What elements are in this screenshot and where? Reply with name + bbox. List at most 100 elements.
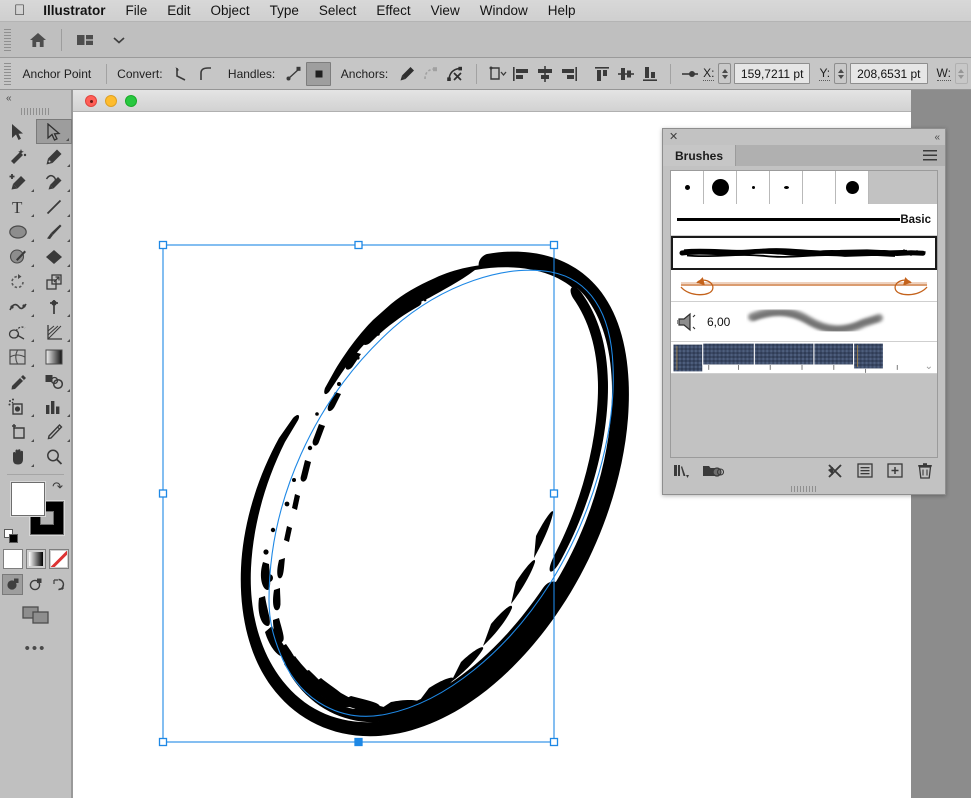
magic-wand-tool[interactable] [0,144,36,169]
mesh-tool[interactable] [0,344,36,369]
curvature-tool[interactable] [36,169,72,194]
color-swatch-button[interactable] [2,549,23,569]
libraries-panel-button[interactable] [700,460,726,482]
blend-tool[interactable] [36,369,72,394]
column-graph-tool[interactable] [36,394,72,419]
artboard-tool[interactable] [0,419,36,444]
free-transform-tool[interactable] [36,294,72,319]
convert-to-corner-button[interactable] [170,62,194,86]
x-stepper[interactable] [718,63,732,84]
align-horizontal-center-button[interactable] [533,62,557,86]
menu-item-file[interactable]: File [126,3,148,18]
panel-menu-button[interactable] [923,145,945,166]
screen-mode-button[interactable] [0,604,71,626]
control-bar-drag-grip[interactable] [4,62,11,85]
fill-color-swatch[interactable] [11,482,45,516]
none-swatch-button[interactable] [48,549,69,569]
basic-brush-row[interactable]: Basic [671,204,937,236]
y-coordinate-input[interactable]: 208,6531 pt [850,63,928,84]
align-bottom-button[interactable] [638,62,662,86]
denim-pattern-brush-row[interactable] [671,342,937,374]
remove-anchor-button[interactable] [395,62,419,86]
gradient-tool[interactable] [36,344,72,369]
rotate-tool[interactable] [0,269,36,294]
brush-libraries-menu-button[interactable] [670,460,696,482]
symbol-sprayer-tool[interactable] [0,394,36,419]
minimize-window-button[interactable] [105,94,117,107]
hide-handles-button[interactable] [306,61,331,86]
calligraphic-brush-2[interactable] [704,171,737,204]
add-anchor-point-tool[interactable] [0,169,36,194]
direct-selection-tool[interactable] [36,119,72,144]
home-button[interactable] [21,26,55,54]
document-title-bar[interactable] [73,90,911,112]
brushes-panel-titlebar[interactable]: ✕ « [663,129,945,145]
type-tool[interactable]: T [0,194,36,219]
calligraphic-brush-3[interactable] [737,171,770,204]
show-handles-button[interactable] [282,62,306,86]
zoom-tool[interactable] [36,444,72,469]
align-right-button[interactable] [557,62,581,86]
brushes-list[interactable]: Basic 6,00 ⌄ [670,170,938,458]
gradient-swatch-button[interactable] [25,549,46,569]
menu-item-effect[interactable]: Effect [376,3,410,18]
perspective-grid-tool[interactable] [36,319,72,344]
more-tools-button[interactable]: ••• [0,640,71,657]
swap-fill-stroke-icon[interactable]: ↷ [52,480,63,493]
close-window-button[interactable] [85,94,97,107]
convert-to-smooth-button[interactable] [194,62,218,86]
width-stepper[interactable] [954,63,968,84]
x-coordinate-input[interactable]: 159,7211 pt [734,63,811,84]
eraser-tool[interactable] [36,244,72,269]
charcoal-art-brush-row[interactable] [671,236,937,270]
hand-tool[interactable] [0,444,36,469]
calligraphic-brush-4[interactable] [770,171,803,204]
paintbrush-tool[interactable] [36,219,72,244]
calligraphic-brush-1[interactable] [671,171,704,204]
brushes-panel-resize-grip[interactable] [791,486,817,492]
close-icon[interactable]: ✕ [669,131,678,143]
tools-collapse-button[interactable]: « [0,90,71,106]
selection-tool[interactable] [0,119,36,144]
menu-item-object[interactable]: Object [211,3,250,18]
transform-anchor-button[interactable] [679,62,703,86]
remove-brush-stroke-button[interactable] [822,460,848,482]
arrow-art-brush-row[interactable] [671,270,937,302]
align-left-button[interactable] [509,62,533,86]
ellipse-tool[interactable] [0,219,36,244]
shape-builder-tool[interactable] [0,319,36,344]
connect-anchors-button[interactable] [419,62,443,86]
align-vertical-center-button[interactable] [614,62,638,86]
slice-tool[interactable] [36,419,72,444]
collapse-panel-icon[interactable]: « [934,132,939,143]
default-fill-stroke-icon[interactable] [4,529,19,544]
isolate-object-button[interactable] [485,62,509,86]
zoom-window-button[interactable] [125,94,137,107]
cut-path-button[interactable] [444,62,468,86]
menu-item-illustrator[interactable]: Illustrator [43,3,105,18]
draw-normal-button[interactable] [2,574,23,595]
delete-brush-button[interactable] [912,460,938,482]
arrange-chevron-button[interactable] [102,26,136,54]
align-top-button[interactable] [589,62,613,86]
line-segment-tool[interactable] [36,194,72,219]
resize-grip-icon[interactable]: ⌄ [925,361,933,372]
tools-drag-grip[interactable] [20,108,51,115]
bristle-brush-row[interactable]: 6,00 [671,302,937,342]
menu-item-select[interactable]: Select [319,3,357,18]
eyedropper-tool[interactable] [0,369,36,394]
menu-item-view[interactable]: View [431,3,460,18]
options-of-selected-object-button[interactable] [852,460,878,482]
pen-tool[interactable] [36,144,72,169]
tab-brushes[interactable]: Brushes [663,145,737,166]
scale-tool[interactable] [36,269,72,294]
menu-item-type[interactable]: Type [270,3,299,18]
y-stepper[interactable] [834,63,848,84]
menu-item-edit[interactable]: Edit [167,3,190,18]
new-brush-button[interactable] [882,460,908,482]
shaper-tool[interactable] [0,244,36,269]
menu-item-window[interactable]: Window [480,3,528,18]
menu-item-help[interactable]: Help [548,3,576,18]
toolbar-drag-grip[interactable] [4,28,11,51]
calligraphic-brush-6[interactable] [836,171,869,204]
